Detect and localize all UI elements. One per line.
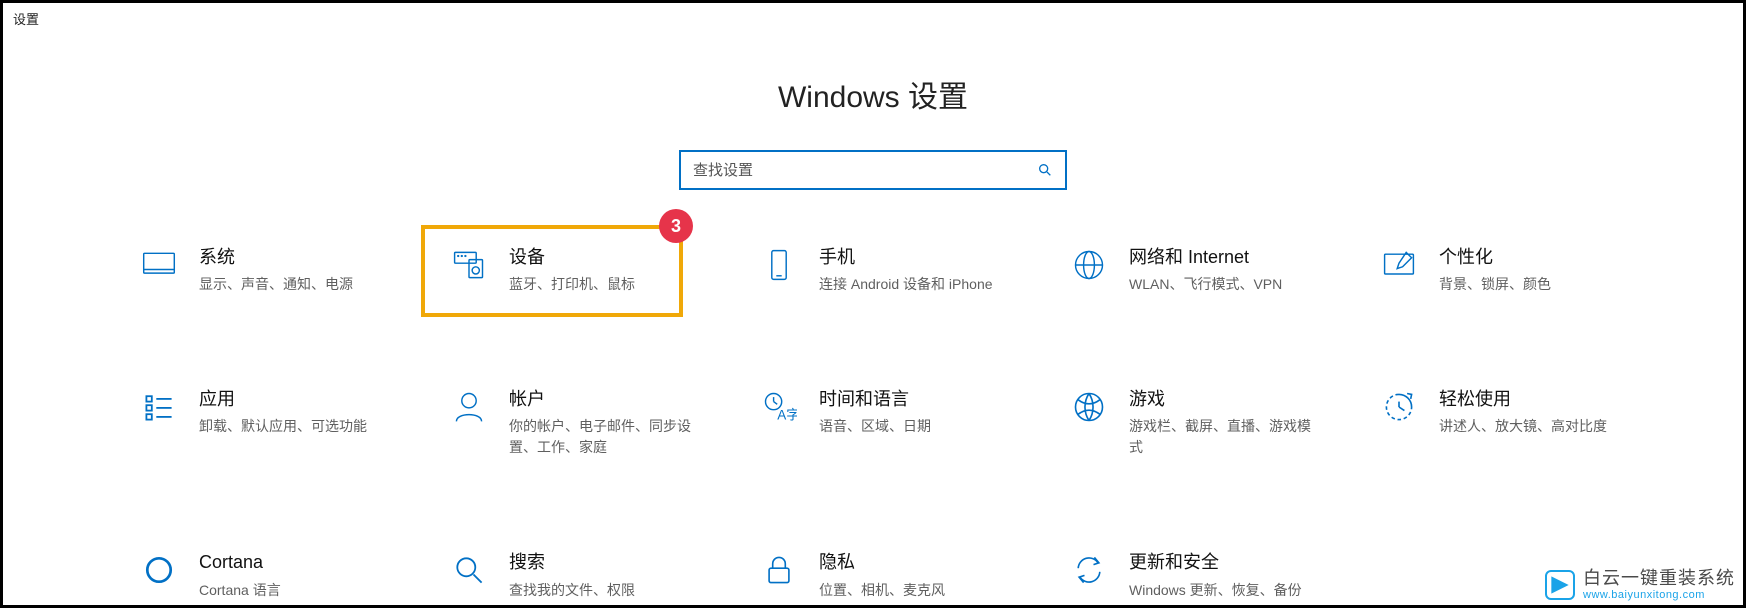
network-icon — [1071, 247, 1107, 283]
tile-title: 帐户 — [509, 387, 699, 412]
ease-icon — [1381, 389, 1417, 425]
tile-title: 轻松使用 — [1439, 387, 1607, 412]
time-language-icon: A字 — [761, 389, 797, 425]
tile-system[interactable]: 系统 显示、声音、通知、电源 — [131, 237, 431, 303]
tile-title: 手机 — [819, 245, 993, 270]
personalization-icon — [1381, 247, 1417, 283]
tile-time-language[interactable]: A字 时间和语言 语音、区域、日期 — [751, 379, 1051, 466]
tile-apps[interactable]: 应用 卸载、默认应用、可选功能 — [131, 379, 431, 466]
tile-text: Cortana Cortana 语言 — [199, 550, 281, 600]
tile-title: 应用 — [199, 387, 367, 412]
tile-title: 系统 — [199, 245, 353, 270]
tile-cortana[interactable]: Cortana Cortana 语言 — [131, 542, 431, 608]
page-heading: Windows 设置 — [3, 72, 1743, 116]
tile-text: 帐户 你的帐户、电子邮件、同步设置、工作、家庭 — [509, 387, 699, 458]
svg-text:A字: A字 — [777, 408, 797, 423]
tile-title: 游戏 — [1129, 387, 1319, 412]
tile-subtitle: Cortana 语言 — [199, 580, 281, 601]
tile-title: Cortana — [199, 550, 281, 575]
search-box[interactable] — [679, 150, 1067, 190]
tile-phone[interactable]: 手机 连接 Android 设备和 iPhone — [751, 237, 1051, 303]
settings-grid: 系统 显示、声音、通知、电源 设备 蓝牙、打印机、鼠标 手机 连接 Androi… — [131, 237, 1683, 608]
tile-text: 轻松使用 讲述人、放大镜、高对比度 — [1439, 387, 1607, 437]
update-icon — [1071, 552, 1107, 588]
search-input[interactable] — [693, 162, 1037, 179]
tile-subtitle: Windows 更新、恢复、备份 — [1129, 580, 1302, 601]
tile-text: 隐私 位置、相机、麦克风 — [819, 550, 945, 600]
tile-text: 手机 连接 Android 设备和 iPhone — [819, 245, 993, 295]
tile-text: 个性化 背景、锁屏、颜色 — [1439, 245, 1551, 295]
tile-subtitle: 游戏栏、截屏、直播、游戏模式 — [1129, 416, 1319, 458]
phone-icon — [761, 247, 797, 283]
tile-text: 应用 卸载、默认应用、可选功能 — [199, 387, 367, 437]
accounts-icon — [451, 389, 487, 425]
tile-title: 时间和语言 — [819, 387, 931, 412]
tile-search[interactable]: 搜索 查找我的文件、权限 — [441, 542, 741, 608]
tile-subtitle: 蓝牙、打印机、鼠标 — [509, 274, 635, 295]
system-icon — [141, 247, 177, 283]
watermark-url: www.baiyunxitong.com — [1583, 589, 1735, 601]
search-container — [3, 150, 1743, 190]
tile-title: 设备 — [509, 245, 635, 270]
tile-network[interactable]: 网络和 Internet WLAN、飞行模式、VPN — [1061, 237, 1361, 303]
search-icon — [1037, 162, 1053, 178]
tile-title: 更新和安全 — [1129, 550, 1302, 575]
tile-subtitle: WLAN、飞行模式、VPN — [1129, 274, 1282, 295]
tile-subtitle: 你的帐户、电子邮件、同步设置、工作、家庭 — [509, 416, 699, 458]
search-category-icon — [451, 552, 487, 588]
privacy-icon — [761, 552, 797, 588]
tile-devices[interactable]: 设备 蓝牙、打印机、鼠标 — [441, 237, 741, 303]
tile-title: 隐私 — [819, 550, 945, 575]
tile-subtitle: 背景、锁屏、颜色 — [1439, 274, 1551, 295]
tile-subtitle: 查找我的文件、权限 — [509, 580, 635, 601]
tile-text: 搜索 查找我的文件、权限 — [509, 550, 635, 600]
tile-privacy[interactable]: 隐私 位置、相机、麦克风 — [751, 542, 1051, 608]
tile-accounts[interactable]: 帐户 你的帐户、电子邮件、同步设置、工作、家庭 — [441, 379, 741, 466]
watermark-logo-icon — [1545, 570, 1575, 600]
watermark: 白云一键重装系统 www.baiyunxitong.com — [1545, 569, 1735, 601]
settings-window: 设置 Windows 设置 系统 显示、声音、通知、电源 设备 — [0, 0, 1746, 608]
tile-subtitle: 卸载、默认应用、可选功能 — [199, 416, 367, 437]
tile-title: 个性化 — [1439, 245, 1551, 270]
tile-subtitle: 语音、区域、日期 — [819, 416, 931, 437]
apps-icon — [141, 389, 177, 425]
tile-subtitle: 讲述人、放大镜、高对比度 — [1439, 416, 1607, 437]
gaming-icon — [1071, 389, 1107, 425]
tile-text: 设备 蓝牙、打印机、鼠标 — [509, 245, 635, 295]
watermark-text: 白云一键重装系统 www.baiyunxitong.com — [1583, 569, 1735, 601]
tile-text: 游戏 游戏栏、截屏、直播、游戏模式 — [1129, 387, 1319, 458]
cortana-icon — [141, 552, 177, 588]
tile-text: 更新和安全 Windows 更新、恢复、备份 — [1129, 550, 1302, 600]
tile-text: 时间和语言 语音、区域、日期 — [819, 387, 931, 437]
tile-text: 系统 显示、声音、通知、电源 — [199, 245, 353, 295]
tile-personalization[interactable]: 个性化 背景、锁屏、颜色 — [1371, 237, 1671, 303]
window-title: 设置 — [3, 3, 1743, 34]
tile-subtitle: 连接 Android 设备和 iPhone — [819, 274, 993, 295]
tile-subtitle: 显示、声音、通知、电源 — [199, 274, 353, 295]
tile-gaming[interactable]: 游戏 游戏栏、截屏、直播、游戏模式 — [1061, 379, 1361, 466]
tile-ease-of-access[interactable]: 轻松使用 讲述人、放大镜、高对比度 — [1371, 379, 1671, 466]
tile-update-security[interactable]: 更新和安全 Windows 更新、恢复、备份 — [1061, 542, 1361, 608]
tile-text: 网络和 Internet WLAN、飞行模式、VPN — [1129, 245, 1282, 295]
devices-icon — [451, 247, 487, 283]
tile-title: 搜索 — [509, 550, 635, 575]
tile-title: 网络和 Internet — [1129, 245, 1282, 270]
watermark-title: 白云一键重装系统 — [1583, 569, 1735, 589]
tile-subtitle: 位置、相机、麦克风 — [819, 580, 945, 601]
